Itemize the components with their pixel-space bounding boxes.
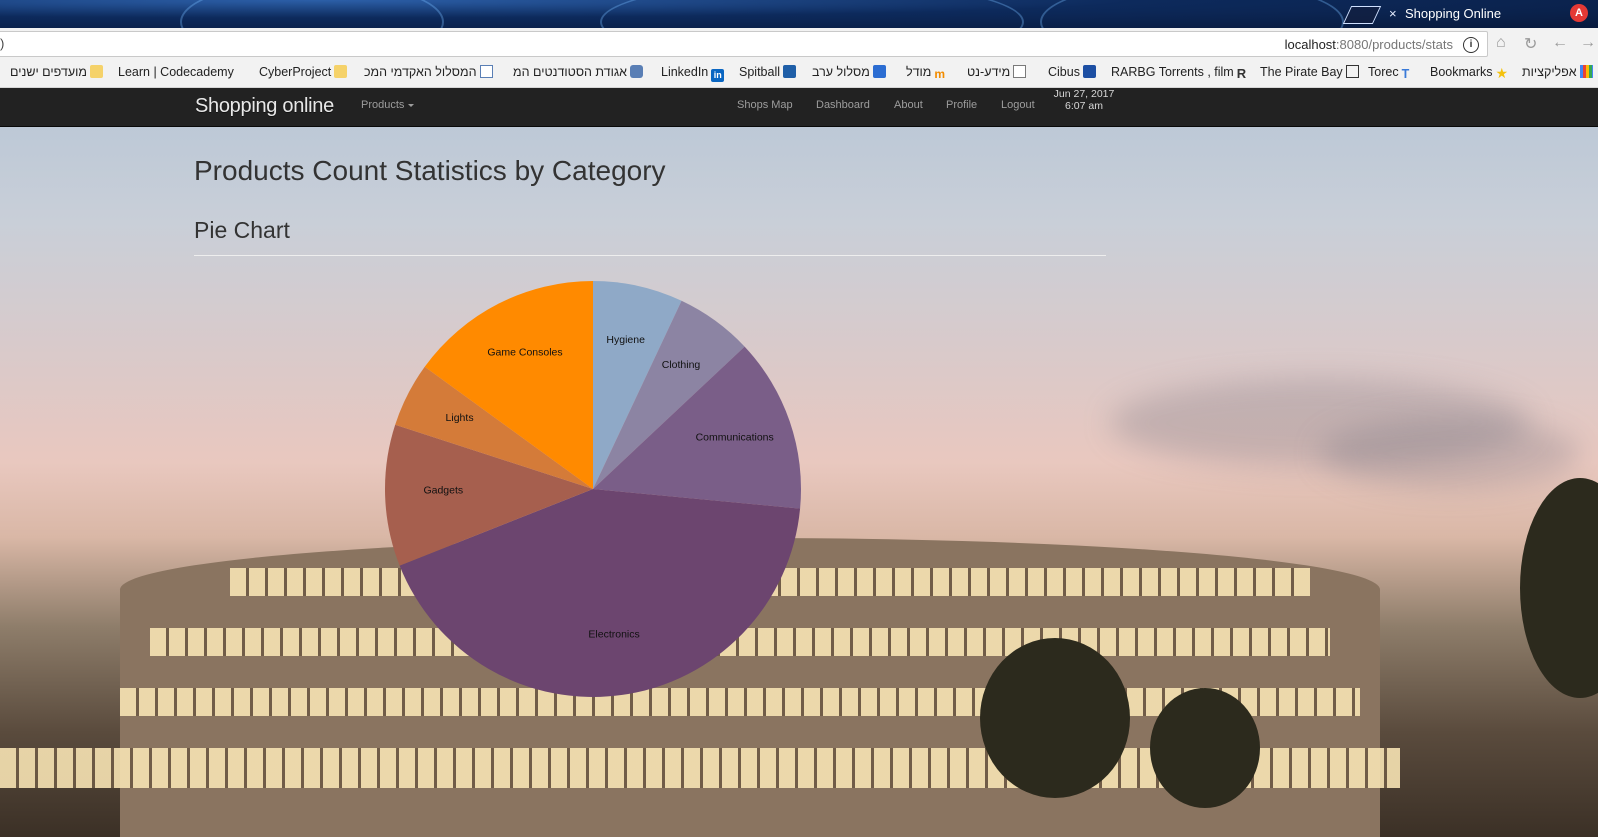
- folder-icon: [334, 65, 348, 78]
- bookmark-label: RARBG Torrents , film: [1111, 65, 1234, 79]
- bookmark-item[interactable]: Torec T: [1368, 65, 1418, 81]
- star-icon: ★: [1495, 65, 1509, 81]
- bookmark-label: מודל: [906, 65, 932, 79]
- bookmark-item[interactable]: המסלול האקדמי המכ: [364, 65, 496, 79]
- bookmark-label: המסלול האקדמי המכ: [364, 65, 477, 79]
- bookmark-item[interactable]: מועדפים ישנים: [10, 65, 106, 79]
- wallpaper-swirl: [600, 0, 1024, 28]
- bookmark-item[interactable]: Bookmarks ★: [1430, 65, 1512, 81]
- piratebay-icon: [1345, 65, 1359, 78]
- browser-title-bar: × Shopping Online A: [0, 0, 1598, 28]
- bookmark-label: Spitball: [739, 65, 780, 79]
- bookmark-label: Bookmarks: [1430, 65, 1493, 79]
- bookmark-item[interactable]: מידע-נט: [967, 65, 1029, 79]
- bookmark-item[interactable]: Cibus: [1048, 65, 1099, 79]
- pie-slice-label: Gadgets: [423, 485, 463, 497]
- browser-nav-buttons: ⌂ ↻ ← →: [1496, 34, 1598, 56]
- pie-slice-label: Communications: [696, 431, 774, 443]
- bookmark-item[interactable]: אפליקציות: [1522, 65, 1596, 79]
- products-pie-chart: Hygiene Clothing Communications Electronics…: [385, 281, 802, 698]
- pie-slice-label: Lights: [446, 412, 474, 424]
- bookmark-label: מידע-נט: [967, 65, 1011, 79]
- bookmark-label: Learn | Codecademy: [118, 65, 234, 79]
- linkedin-icon: in: [711, 69, 725, 82]
- browser-tab[interactable]: × Shopping Online: [1342, 0, 1565, 28]
- back-icon[interactable]: ←: [1552, 34, 1568, 52]
- pie-slice-label: Game Consoles: [487, 347, 562, 359]
- close-tab-icon[interactable]: ×: [1389, 0, 1397, 28]
- profile-avatar-icon[interactable]: A: [1570, 4, 1588, 22]
- reload-icon[interactable]: ↻: [1524, 34, 1537, 54]
- url-host: localhost: [1284, 37, 1336, 52]
- torec-icon: T: [1401, 67, 1410, 81]
- meida-net-icon: [1013, 65, 1027, 78]
- bookmarks-bar: מועדפים ישנים Learn | Codecademy CyberPr…: [0, 60, 1598, 88]
- bookmark-item[interactable]: Spitball: [739, 65, 799, 79]
- pie-slice-label: Clothing: [662, 359, 701, 371]
- rarbg-icon: R: [1236, 66, 1247, 81]
- pie-slice-label: Electronics: [588, 628, 639, 640]
- folder-icon: [89, 65, 103, 78]
- bookmark-item[interactable]: אגודת הסטודנטים המ: [513, 65, 646, 79]
- bookmark-item[interactable]: Learn | Codecademy: [118, 65, 234, 79]
- tab-title: Shopping Online: [1405, 6, 1502, 21]
- wallpaper-swirl: [180, 0, 444, 28]
- bookmark-item[interactable]: מודל m: [906, 65, 950, 81]
- url-overflow-text: ): [0, 36, 5, 51]
- cibus-icon: [1082, 65, 1096, 78]
- bookmark-item[interactable]: RARBG Torrents , film R: [1111, 65, 1253, 81]
- url-path: :8080/products/stats: [1335, 37, 1453, 52]
- new-tab-button[interactable]: [1342, 6, 1382, 24]
- spitball-icon: [783, 65, 796, 78]
- forward-icon[interactable]: →: [1580, 34, 1596, 52]
- page-body: Shopping online Products Shops Map Dashb…: [0, 88, 1598, 837]
- wallpaper-swirl: [1040, 0, 1344, 28]
- bookmark-label: Torec: [1368, 65, 1399, 79]
- moodle-icon: m: [934, 67, 946, 81]
- address-toolbar: ) localhost:8080/products/stats i ⌂ ↻ ← …: [0, 28, 1598, 60]
- url-input[interactable]: ) localhost:8080/products/stats i: [0, 31, 1488, 57]
- bookmark-item[interactable]: CyberProject: [259, 65, 350, 79]
- bookmark-label: LinkedIn: [661, 65, 709, 79]
- bookmark-label: אפליקציות: [1522, 65, 1577, 79]
- bookmark-label: אגודת הסטודנטים המ: [513, 65, 627, 79]
- students-icon: [629, 65, 643, 78]
- college-icon: [479, 65, 493, 78]
- site-info-icon[interactable]: i: [1463, 37, 1479, 53]
- bookmark-item[interactable]: LinkedIn in: [661, 65, 727, 82]
- bookmark-label: The Pirate Bay: [1260, 65, 1343, 79]
- url-text: localhost:8080/products/stats: [1285, 37, 1453, 52]
- home-icon[interactable]: ⌂: [1496, 34, 1506, 52]
- bookmark-label: מסלול ערב: [812, 65, 870, 79]
- bookmark-label: Cibus: [1048, 65, 1080, 79]
- bookmark-item[interactable]: מסלול ערב: [812, 65, 889, 79]
- bookmark-item[interactable]: The Pirate Bay: [1260, 65, 1362, 79]
- evening-track-icon: [872, 65, 886, 78]
- bookmark-label: מועדפים ישנים: [10, 65, 87, 79]
- pie-slice-label: Hygiene: [606, 334, 645, 346]
- bookmark-label: CyberProject: [259, 65, 332, 79]
- apps-grid-icon: [1579, 65, 1593, 78]
